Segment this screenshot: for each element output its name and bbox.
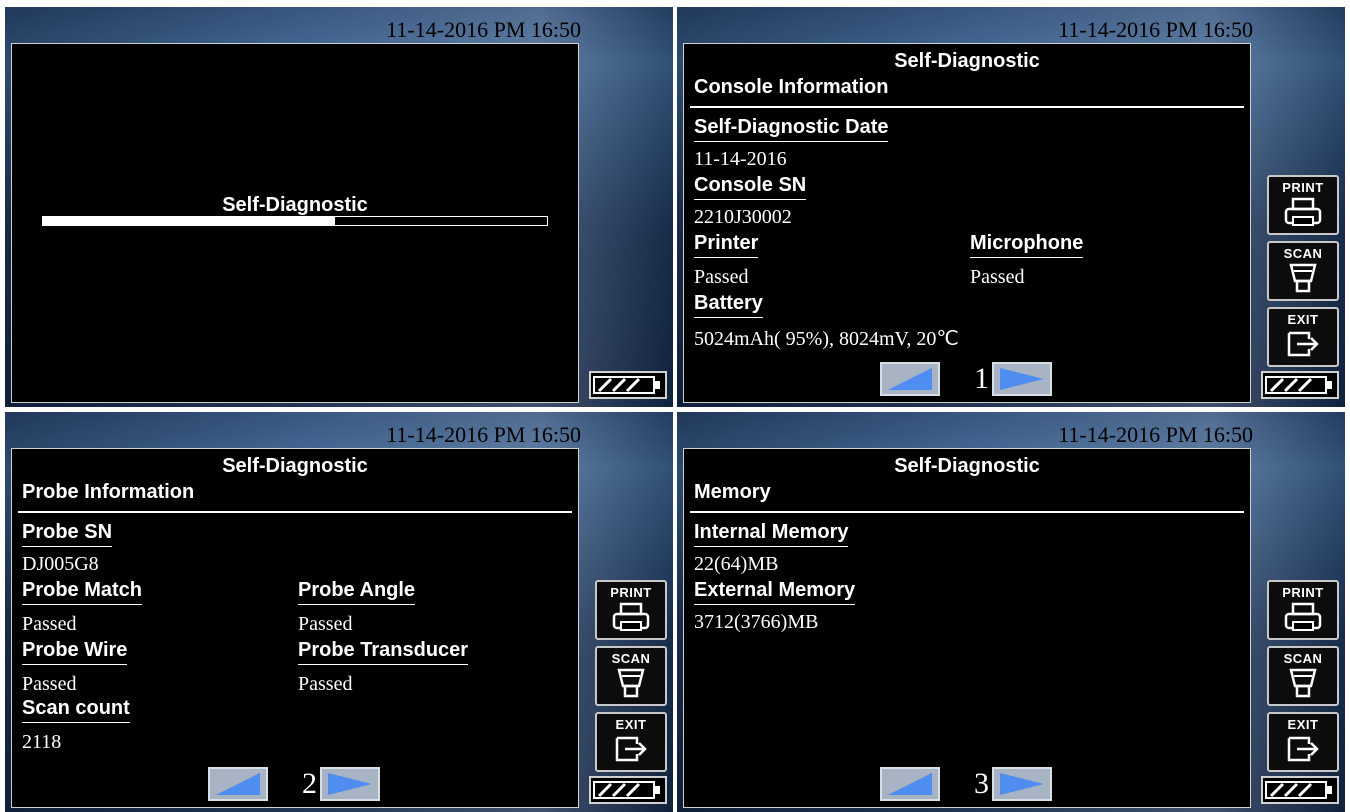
external-memory-value: 3712(3766)MB: [694, 611, 819, 633]
exit-button-label: EXIT: [615, 717, 647, 732]
page-number: 3: [974, 767, 989, 800]
right-triangle-icon: [1000, 368, 1044, 390]
printer-value: Passed: [694, 266, 749, 288]
battery-icon: [1261, 776, 1339, 804]
probe-wire-value: Passed: [22, 673, 77, 695]
print-button[interactable]: PRINT: [1267, 580, 1339, 640]
next-page-button[interactable]: [320, 767, 380, 801]
exit-button[interactable]: EXIT: [1267, 712, 1339, 772]
progress-bar: [42, 216, 548, 226]
probe-transducer-value: Passed: [298, 673, 353, 695]
self-diagnostic-date-value: 11-14-2016: [694, 148, 787, 170]
datetime: 11-14-2016 PM 16:50: [1058, 422, 1253, 447]
scan-button[interactable]: SCAN: [595, 646, 667, 706]
next-page-button[interactable]: [992, 767, 1052, 801]
print-button-label: PRINT: [1282, 585, 1324, 600]
next-page-button[interactable]: [992, 362, 1052, 396]
exit-door-icon: [615, 736, 647, 762]
scan-count-label: Scan count: [22, 697, 130, 723]
datetime: 11-14-2016 PM 16:50: [1058, 17, 1253, 42]
printer-icon: [612, 602, 650, 631]
screen: Self-Diagnostic Memory Internal Memory 2…: [683, 448, 1251, 808]
battery-label: Battery: [694, 292, 763, 318]
scan-button[interactable]: SCAN: [1267, 241, 1339, 301]
probe-transducer-label: Probe Transducer: [298, 639, 469, 665]
screen-title: Self-Diagnostic: [894, 50, 1040, 72]
screen: Self-Diagnostic Console Information Self…: [683, 43, 1251, 403]
panel-console-information: 11-14-2016 PM 16:50 Self-Diagnostic Cons…: [677, 7, 1345, 407]
printer-icon: [1284, 197, 1322, 226]
internal-memory-label: Internal Memory: [694, 521, 849, 547]
prev-page-button[interactable]: [880, 362, 940, 396]
print-button[interactable]: PRINT: [1267, 175, 1339, 235]
prev-page-button[interactable]: [208, 767, 268, 801]
probe-sn-label: Probe SN: [22, 521, 113, 547]
microphone-value: Passed: [970, 266, 1025, 288]
scan-button-label: SCAN: [611, 651, 651, 666]
exit-door-icon: [1287, 331, 1319, 357]
internal-memory-value: 22(64)MB: [694, 553, 779, 575]
exit-button-label: EXIT: [1287, 312, 1319, 327]
scan-probe-icon: [1289, 263, 1317, 293]
microphone-label: Microphone: [970, 232, 1084, 258]
section-divider: [690, 511, 1244, 513]
screen: Self-Diagnostic Probe Information Probe …: [11, 448, 579, 808]
console-sn-value: 2210J30002: [694, 206, 792, 228]
scan-probe-icon: [617, 668, 645, 698]
scan-button-label: SCAN: [1283, 651, 1323, 666]
probe-wire-label: Probe Wire: [22, 639, 128, 665]
section-divider: [18, 511, 572, 513]
probe-angle-label: Probe Angle: [298, 579, 416, 605]
self-diagnostic-date-label: Self-Diagnostic Date: [694, 116, 889, 142]
scan-probe-icon: [1289, 668, 1317, 698]
probe-match-label: Probe Match: [22, 579, 143, 605]
exit-button[interactable]: EXIT: [1267, 307, 1339, 367]
scan-button[interactable]: SCAN: [1267, 646, 1339, 706]
left-triangle-icon: [888, 368, 932, 390]
probe-angle-value: Passed: [298, 613, 353, 635]
exit-button[interactable]: EXIT: [595, 712, 667, 772]
progress-label: Self-Diagnostic: [222, 194, 368, 216]
section-heading: Probe Information: [22, 481, 195, 503]
print-button-label: PRINT: [1282, 180, 1324, 195]
exit-button-label: EXIT: [1287, 717, 1319, 732]
console-sn-label: Console SN: [694, 174, 807, 200]
section-heading: Memory: [694, 481, 771, 503]
print-button-label: PRINT: [610, 585, 652, 600]
battery-icon: [589, 776, 667, 804]
page-number: 2: [302, 767, 317, 800]
right-triangle-icon: [1000, 773, 1044, 795]
progress-bar-fill: [43, 217, 336, 225]
printer-label: Printer: [694, 232, 759, 258]
section-divider: [690, 106, 1244, 108]
page-number: 1: [974, 362, 989, 395]
section-heading: Console Information: [694, 76, 889, 98]
scan-button-label: SCAN: [1283, 246, 1323, 261]
external-memory-label: External Memory: [694, 579, 856, 605]
screen-title: Self-Diagnostic: [222, 455, 368, 477]
right-triangle-icon: [328, 773, 372, 795]
prev-page-button[interactable]: [880, 767, 940, 801]
panel-self-diagnostic-loading: 11-14-2016 PM 16:50 Self-Diagnostic: [5, 7, 673, 407]
left-triangle-icon: [888, 773, 932, 795]
left-triangle-icon: [216, 773, 260, 795]
probe-match-value: Passed: [22, 613, 77, 635]
print-button[interactable]: PRINT: [595, 580, 667, 640]
datetime: 11-14-2016 PM 16:50: [386, 422, 581, 447]
probe-sn-value: DJ005G8: [22, 553, 99, 575]
screen-title: Self-Diagnostic: [894, 455, 1040, 477]
screen: Self-Diagnostic: [11, 43, 579, 403]
datetime: 11-14-2016 PM 16:50: [386, 17, 581, 42]
scan-count-value: 2118: [22, 731, 62, 753]
panel-memory: 11-14-2016 PM 16:50 Self-Diagnostic Memo…: [677, 412, 1345, 812]
exit-door-icon: [1287, 736, 1319, 762]
battery-value: 5024mAh( 95%), 8024mV, 20℃: [694, 328, 959, 350]
panel-probe-information: 11-14-2016 PM 16:50 Self-Diagnostic Prob…: [5, 412, 673, 812]
printer-icon: [1284, 602, 1322, 631]
battery-icon: [589, 371, 667, 399]
battery-icon: [1261, 371, 1339, 399]
